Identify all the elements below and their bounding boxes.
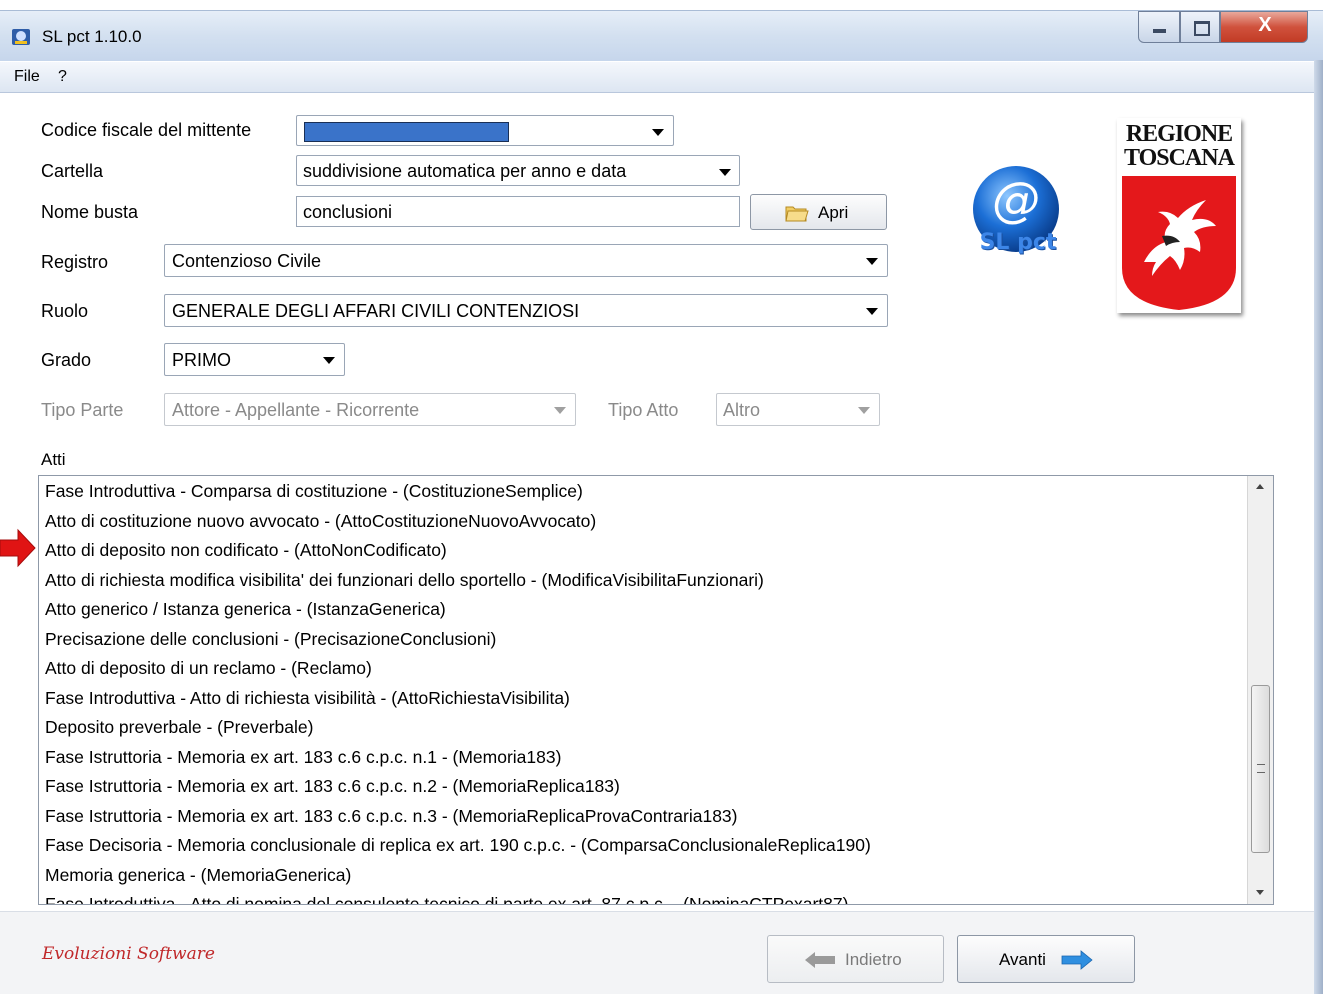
register-select[interactable]: Contenzioso Civile <box>164 244 888 277</box>
red-pointer-arrow-icon <box>0 528 36 568</box>
list-item[interactable]: Fase Istruttoria - Memoria ex art. 183 c… <box>45 806 737 827</box>
sender-selected-value <box>304 122 509 142</box>
open-button-label: Apri <box>818 203 849 222</box>
title-bar[interactable]: SL pct 1.10.0 X <box>0 10 1323 61</box>
menu-file[interactable]: File <box>14 68 40 86</box>
acts-list[interactable]: Fase Introduttiva - Comparsa di costituz… <box>38 475 1274 905</box>
degree-label: Grado <box>41 350 92 370</box>
menu-help[interactable]: ? <box>58 68 67 86</box>
chevron-down-icon <box>323 357 335 364</box>
list-item[interactable]: Atto generico / Istanza generica - (Ista… <box>45 599 446 620</box>
window-border <box>1314 60 1323 994</box>
back-button[interactable]: Indietro <box>767 935 944 983</box>
list-item[interactable]: Fase Decisoria - Memoria conclusionale d… <box>45 835 871 856</box>
chevron-down-icon <box>866 308 878 315</box>
slpct-at-sign: @ <box>992 172 1040 228</box>
arrow-right-icon <box>1061 950 1093 970</box>
acts-scrollbar[interactable] <box>1247 476 1273 904</box>
list-item[interactable]: Fase Istruttoria - Memoria ex art. 183 c… <box>45 776 620 797</box>
acts-label: Atti <box>41 450 66 469</box>
slpct-logo: @ SL pct <box>966 164 1066 264</box>
pegasus-shield-icon <box>1122 176 1236 310</box>
folder-value: suddivisione automatica per anno e data <box>303 161 627 181</box>
list-item[interactable]: Atto di richiesta modifica visibilita' d… <box>45 570 764 591</box>
list-item[interactable]: Fase Introduttiva - Comparsa di costituz… <box>45 481 583 502</box>
envelope-label: Nome busta <box>41 202 139 222</box>
open-button[interactable]: Apri <box>750 194 887 230</box>
folder-label: Cartella <box>41 161 104 181</box>
regione-line-1: REGIONE <box>1125 121 1233 147</box>
chevron-down-icon <box>554 407 566 414</box>
folder-select[interactable]: suddivisione automatica per anno e data <box>296 155 740 186</box>
list-item[interactable]: Fase Istruttoria - Memoria ex art. 183 c… <box>45 747 561 768</box>
close-icon: X <box>1258 14 1272 36</box>
act-type-select: Altro <box>716 393 880 426</box>
brand-logo: Evoluzioni Software <box>42 944 215 964</box>
chevron-down-icon <box>858 407 870 414</box>
list-item[interactable]: Fase Introduttiva - Atto di richiesta vi… <box>45 688 570 709</box>
scroll-thumb[interactable] <box>1251 685 1270 853</box>
app-window: SL pct 1.10.0 X File ? Codice fiscale de… <box>0 0 1323 994</box>
main-panel: Codice fiscale del mittente Cartella sud… <box>0 93 1314 994</box>
role-select[interactable]: GENERALE DEGLI AFFARI CIVILI CONTENZIOSI <box>164 294 888 327</box>
window-title: SL pct 1.10.0 <box>42 27 142 46</box>
menu-bar: File ? <box>0 62 1314 93</box>
degree-select[interactable]: PRIMO <box>164 343 345 376</box>
next-button[interactable]: Avanti <box>957 935 1135 983</box>
back-button-label: Indietro <box>845 950 902 969</box>
sender-select[interactable] <box>296 115 674 146</box>
act-type-value: Altro <box>723 400 761 420</box>
scroll-up-icon[interactable] <box>1248 476 1273 498</box>
regione-toscana-logo: REGIONE TOSCANA <box>1117 118 1241 313</box>
act-type-label: Tipo Atto <box>608 400 679 420</box>
maximize-button[interactable] <box>1180 11 1220 43</box>
register-label: Registro <box>41 252 109 272</box>
party-type-select: Attore - Appellante - Ricorrente <box>164 393 576 426</box>
list-item[interactable]: Deposito preverbale - (Preverbale) <box>45 717 313 738</box>
list-item[interactable]: Precisazione delle conclusioni - (Precis… <box>45 629 496 650</box>
regione-line-2: TOSCANA <box>1124 145 1235 171</box>
degree-value: PRIMO <box>172 350 232 370</box>
scroll-down-icon[interactable] <box>1248 882 1273 904</box>
envelope-name-value: conclusioni <box>303 202 393 222</box>
minimize-button[interactable] <box>1138 11 1180 43</box>
sender-label: Codice fiscale del mittente <box>41 120 252 140</box>
list-item[interactable]: Memoria generica - (MemoriaGenerica) <box>45 865 351 886</box>
arrow-left-icon <box>805 952 835 968</box>
envelope-name-input[interactable]: conclusioni <box>296 196 740 227</box>
party-type-value: Attore - Appellante - Ricorrente <box>172 400 420 420</box>
app-icon <box>12 29 30 45</box>
chevron-down-icon <box>866 258 878 265</box>
slpct-logo-text: SL pct <box>979 230 1057 255</box>
list-item[interactable]: Atto di costituzione nuovo avvocato - (A… <box>45 511 596 532</box>
next-button-label: Avanti <box>999 950 1046 969</box>
party-type-label: Tipo Parte <box>41 400 124 420</box>
close-button[interactable]: X <box>1220 11 1308 43</box>
list-item[interactable]: Atto di deposito non codificato - (AttoN… <box>45 540 447 561</box>
folder-icon <box>785 206 809 222</box>
role-label: Ruolo <box>41 301 89 321</box>
register-value: Contenzioso Civile <box>172 251 322 271</box>
chevron-down-icon <box>719 169 731 176</box>
role-value: GENERALE DEGLI AFFARI CIVILI CONTENZIOSI <box>172 301 580 321</box>
list-item[interactable]: Fase Introduttiva - Atto di nomina del c… <box>45 894 848 904</box>
chevron-down-icon <box>652 129 664 136</box>
list-item[interactable]: Atto di deposito di un reclamo - (Reclam… <box>45 658 372 679</box>
